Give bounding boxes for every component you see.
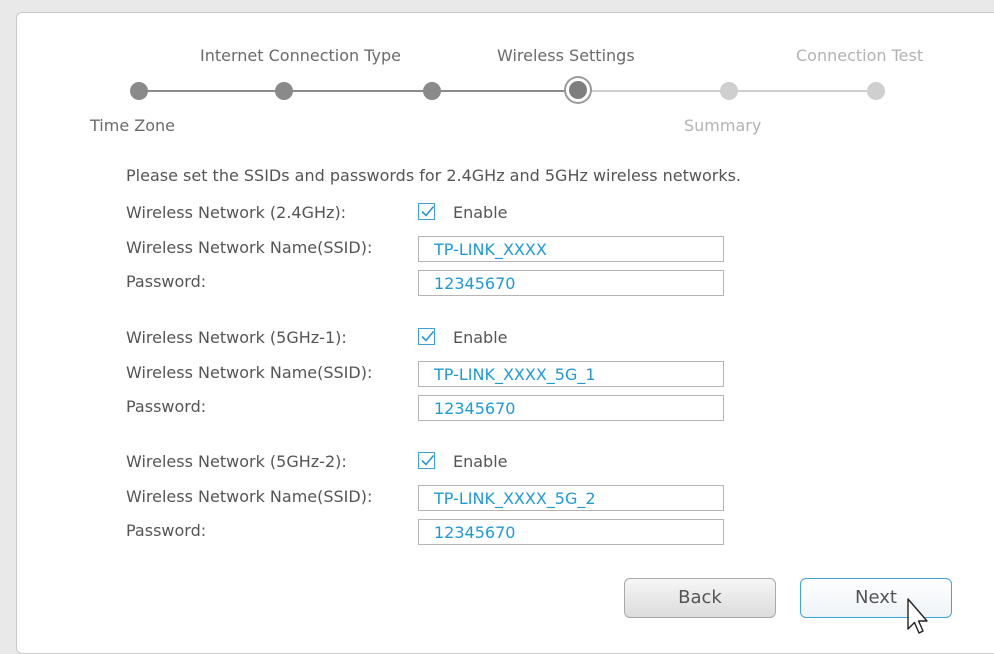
checkmark-icon bbox=[421, 454, 435, 466]
network-5ghz2-label: Wireless Network (5GHz-2): bbox=[126, 452, 347, 471]
step-dot-wireless-settings bbox=[569, 81, 587, 99]
checkmark-icon bbox=[421, 330, 435, 342]
network-5ghz2-enable-checkbox[interactable] bbox=[418, 452, 435, 469]
step-dot-wan bbox=[423, 82, 441, 100]
step-dot-time-zone bbox=[130, 82, 148, 100]
network-5ghz1-password-label: Password: bbox=[126, 397, 207, 416]
network-24ghz-password-label: Password: bbox=[126, 272, 207, 291]
step-dot-internet-connection-type bbox=[275, 82, 293, 100]
network-5ghz1-label: Wireless Network (5GHz-1): bbox=[126, 328, 347, 347]
network-5ghz1-password-input[interactable] bbox=[418, 395, 724, 421]
checkmark-icon bbox=[421, 205, 435, 217]
step-dot-summary bbox=[720, 82, 738, 100]
step-connection-test: Connection Test bbox=[796, 46, 924, 65]
mouse-cursor-icon bbox=[907, 598, 928, 634]
network-5ghz2-ssid-label: Wireless Network Name(SSID): bbox=[126, 487, 373, 506]
network-5ghz2-password-input[interactable] bbox=[418, 519, 724, 545]
network-5ghz2-password-label: Password: bbox=[126, 521, 207, 540]
network-5ghz1-enable-checkbox[interactable] bbox=[418, 328, 435, 345]
network-24ghz-enable-checkbox[interactable] bbox=[418, 203, 435, 220]
progress-line-done bbox=[138, 90, 576, 92]
network-5ghz2-enable-label: Enable bbox=[453, 452, 508, 471]
network-5ghz1-ssid-label: Wireless Network Name(SSID): bbox=[126, 363, 373, 382]
network-24ghz-enable-label: Enable bbox=[453, 203, 508, 222]
back-button[interactable]: Back bbox=[624, 578, 776, 618]
step-summary: Summary bbox=[684, 116, 762, 135]
intro-text: Please set the SSIDs and passwords for 2… bbox=[126, 166, 742, 185]
network-5ghz2-ssid-input[interactable] bbox=[418, 485, 724, 511]
network-5ghz1-enable-label: Enable bbox=[453, 328, 508, 347]
network-5ghz1-ssid-input[interactable] bbox=[418, 361, 724, 387]
step-internet-connection-type: Internet Connection Type bbox=[200, 46, 401, 65]
network-24ghz-password-input[interactable] bbox=[418, 270, 724, 296]
network-24ghz-label: Wireless Network (2.4GHz): bbox=[126, 203, 347, 222]
network-24ghz-ssid-label: Wireless Network Name(SSID): bbox=[126, 238, 373, 257]
network-24ghz-ssid-input[interactable] bbox=[418, 236, 724, 262]
step-dot-connection-test bbox=[867, 82, 885, 100]
step-time-zone: Time Zone bbox=[90, 116, 175, 135]
step-wireless-settings: Wireless Settings bbox=[497, 46, 635, 65]
